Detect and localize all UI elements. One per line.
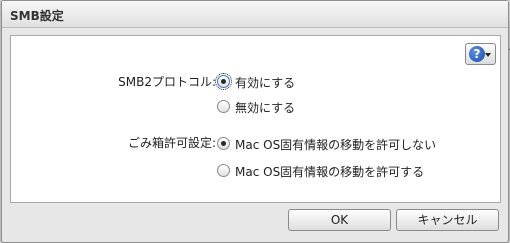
smb2-disable-label: 無効にする [235, 101, 296, 115]
help-button[interactable]: ? [465, 43, 496, 65]
cancel-button[interactable]: キャンセル [396, 209, 499, 231]
smb-settings-dialog: SMB設定 ? SMB2プロトコル: 有効にする 無効にする ごみ箱許可設定: … [1, 0, 509, 243]
trash-allow-label: Mac OS固有情報の移動を許可する [235, 165, 425, 179]
chevron-down-icon [485, 53, 491, 57]
dialog-title: SMB設定 [10, 9, 64, 23]
smb2-enable-label: 有効にする [235, 76, 296, 90]
smb2-disable-radio[interactable] [217, 100, 230, 113]
smb2-protocol-label: SMB2プロトコル: [118, 75, 216, 89]
dialog-content: ? SMB2プロトコル: 有効にする 無効にする ごみ箱許可設定: Mac OS… [10, 35, 501, 203]
ok-button[interactable]: OK [288, 209, 391, 231]
trash-permission-label: ごみ箱許可設定: [127, 136, 216, 150]
trash-deny-label: Mac OS固有情報の移動を許可しない [235, 138, 437, 152]
trash-deny-radio[interactable] [217, 137, 230, 150]
help-icon: ? [469, 46, 485, 62]
trash-allow-radio[interactable] [217, 164, 230, 177]
smb2-enable-radio[interactable] [215, 73, 232, 90]
dialog-titlebar: SMB設定 [2, 1, 508, 28]
